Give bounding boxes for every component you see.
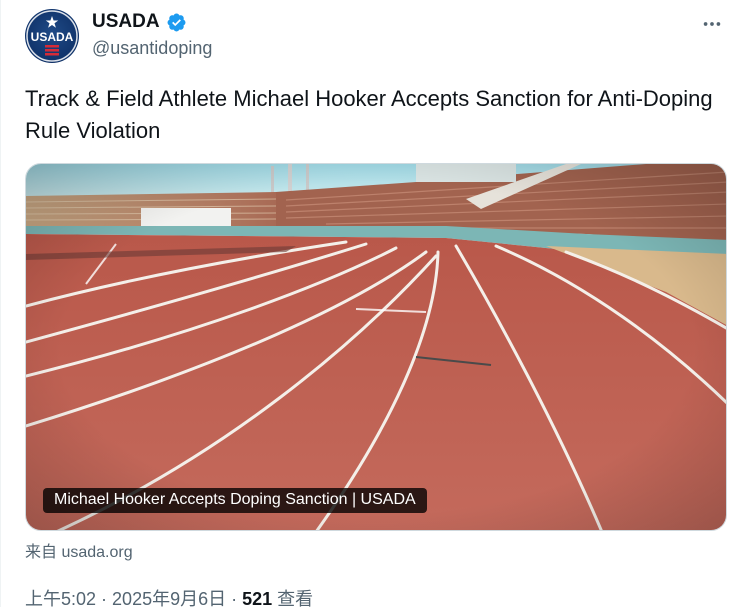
running-track-photo xyxy=(26,164,726,530)
views-label: 查看 xyxy=(272,589,314,607)
card-title: Michael Hooker Accepts Doping Sanction |… xyxy=(43,488,427,513)
more-horizontal-icon[interactable] xyxy=(696,8,728,40)
tweet-text: Track & Field Athlete Michael Hooker Acc… xyxy=(25,86,713,143)
tweet-time[interactable]: 上午5:02 xyxy=(25,589,96,607)
display-name[interactable]: USADA xyxy=(92,11,160,33)
timeline-divider xyxy=(0,0,1,607)
avatar[interactable]: USADA xyxy=(25,9,79,63)
usada-logo: USADA xyxy=(26,10,78,62)
meta-separator: · xyxy=(96,589,113,607)
avatar-text: USADA xyxy=(31,30,74,44)
author-block: USADA @usantidoping xyxy=(92,10,212,59)
tweet: USADA USADA @usantidoping Track & Field … xyxy=(0,0,740,607)
handle[interactable]: @usantidoping xyxy=(92,38,212,59)
views-count: 521 xyxy=(242,589,273,607)
tweet-meta: 上午5:02 · 2025年9月6日 · 521 查看 xyxy=(25,585,313,607)
link-card[interactable]: Michael Hooker Accepts Doping Sanction |… xyxy=(25,163,727,531)
meta-separator-2: · xyxy=(226,589,243,607)
card-source[interactable]: 来自 usada.org xyxy=(25,538,133,562)
verified-badge-icon[interactable] xyxy=(166,12,187,33)
name-row: USADA xyxy=(92,10,212,34)
tweet-date[interactable]: 2025年9月6日 xyxy=(112,589,226,607)
